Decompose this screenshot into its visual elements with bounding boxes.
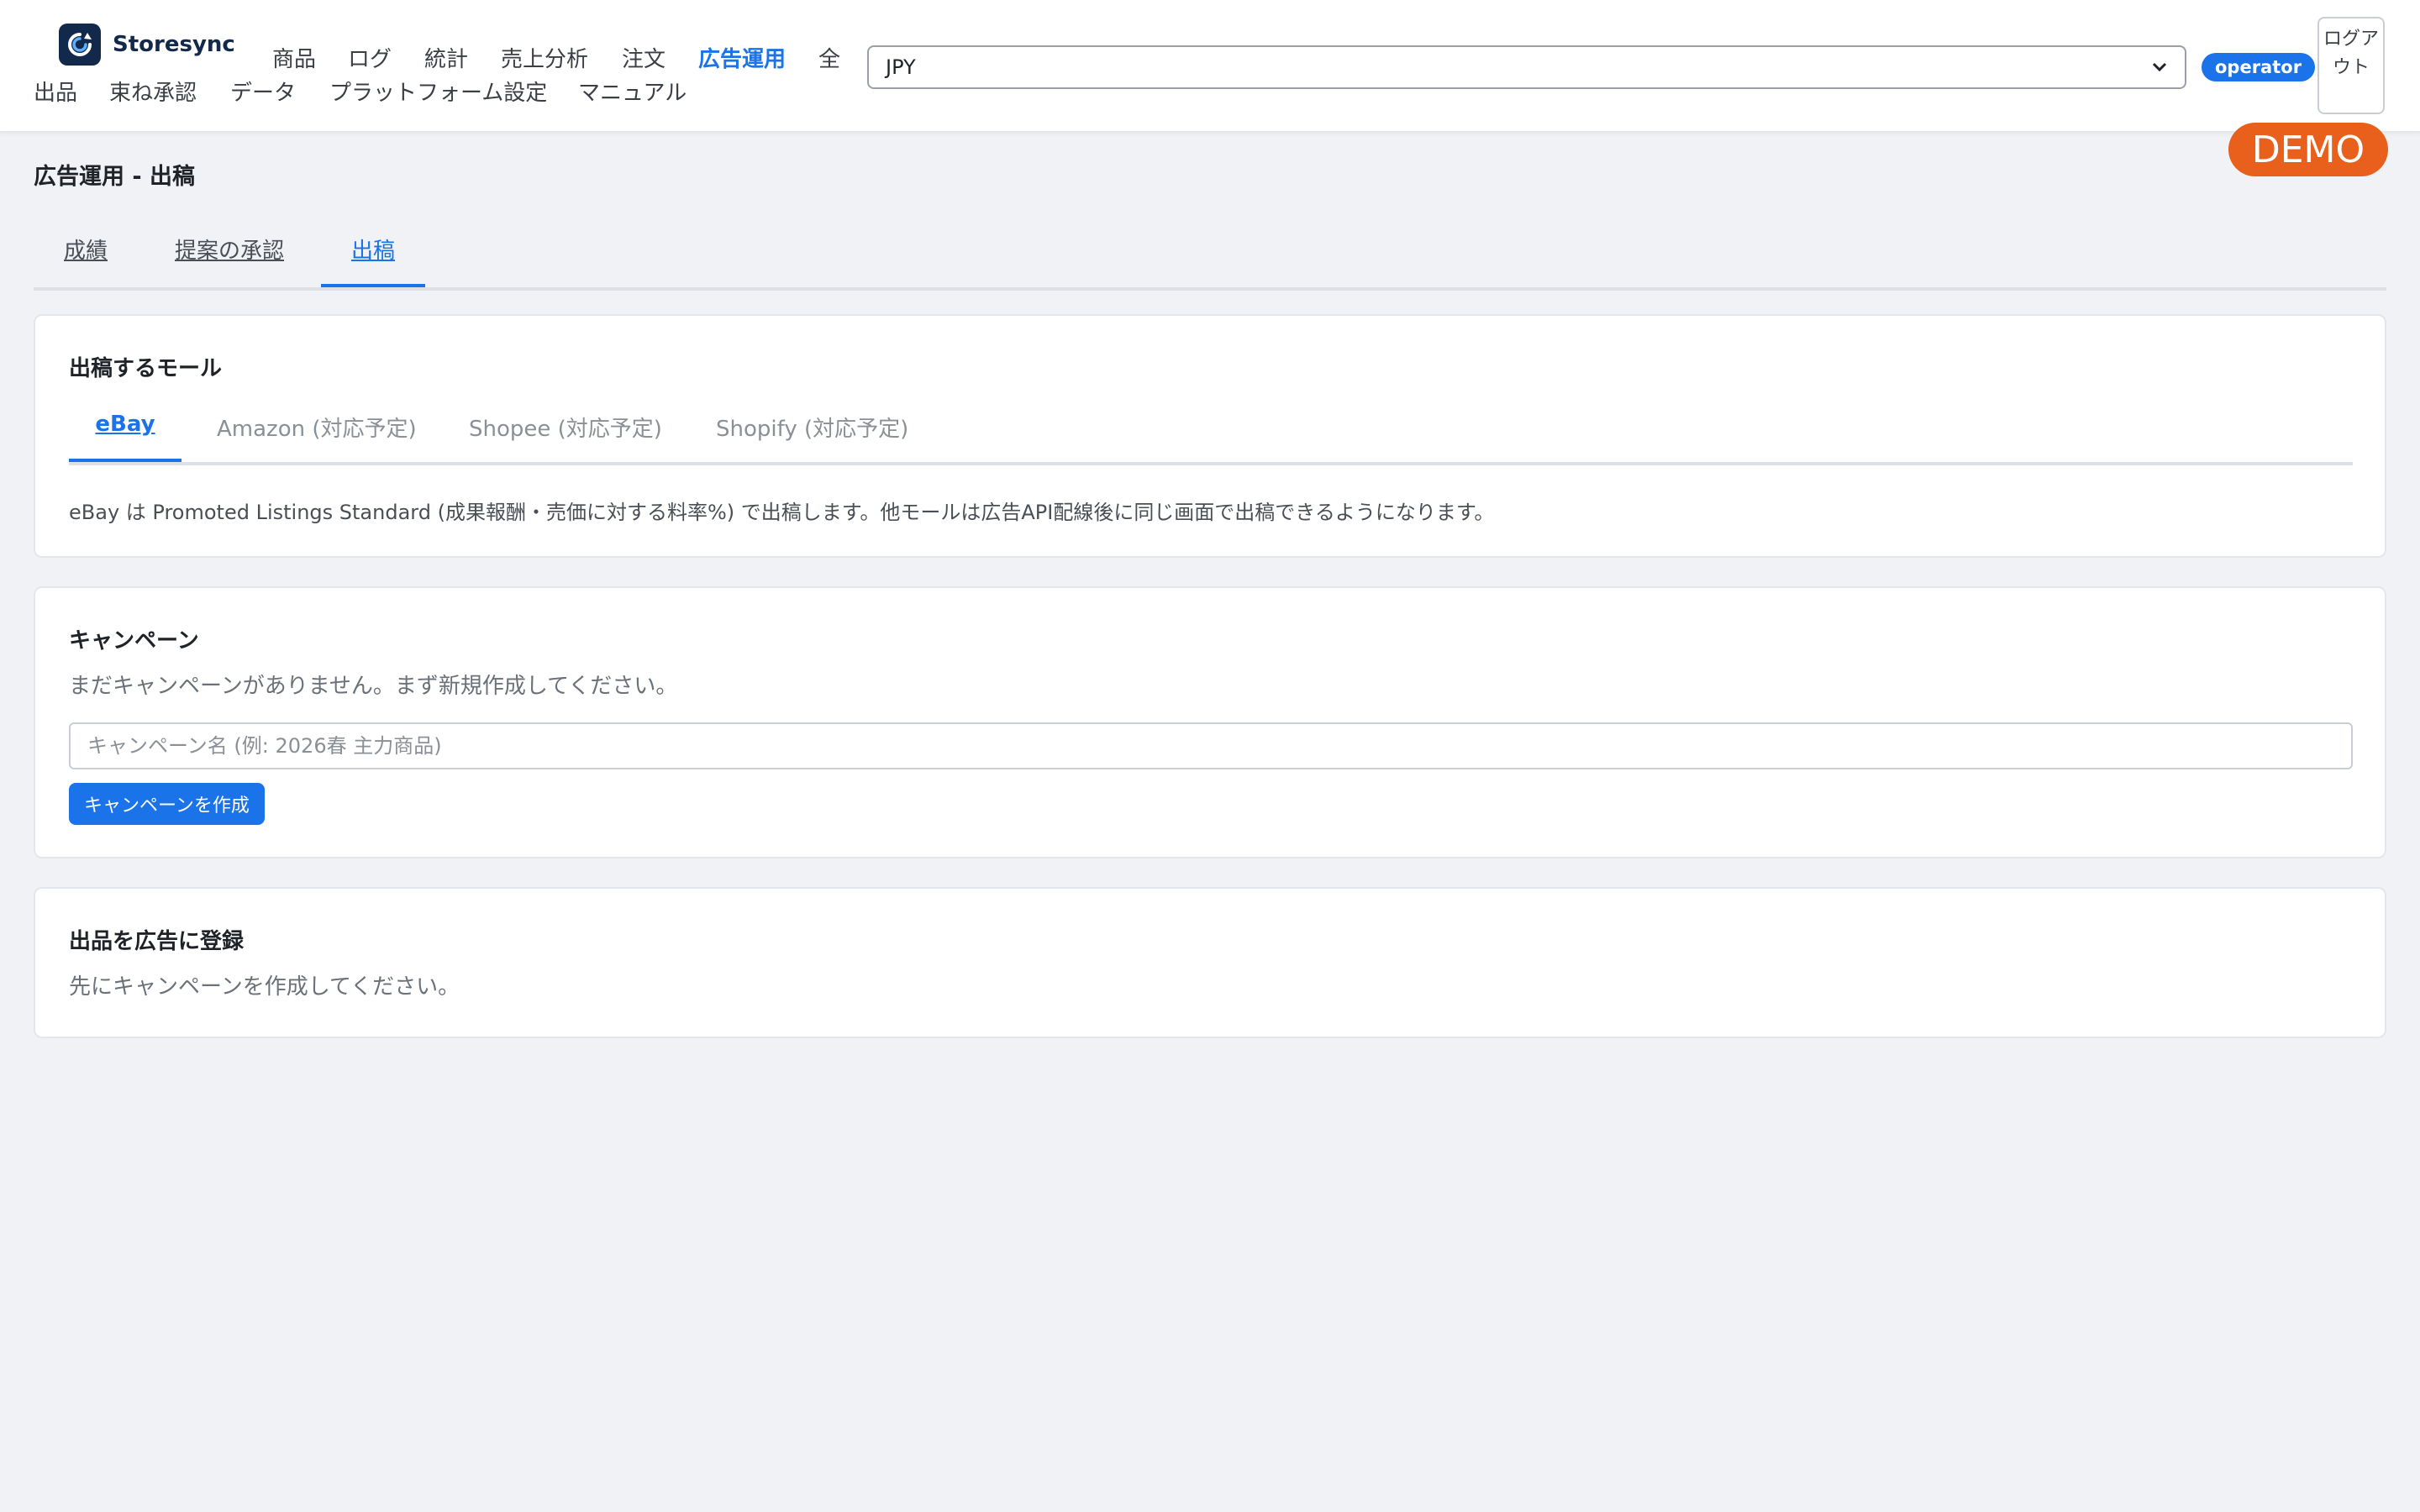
register-card-title: 出品を広告に登録	[69, 929, 245, 954]
nav-platform-settings[interactable]: プラットフォーム設定	[329, 76, 547, 107]
storesync-logo-icon	[59, 24, 101, 66]
tab-placement[interactable]: 出稿	[321, 223, 425, 287]
nav-sales-analysis[interactable]: 売上分析	[501, 42, 588, 73]
brand-logo[interactable]: Storesync	[59, 24, 235, 66]
mall-tabs: eBay Amazon (対応予定) Shopee (対応予定) Shopify…	[69, 403, 2353, 465]
top-header: Storesync 商品 ログ 統計 売上分析 注文 広告運用 全 出品 束ね承…	[0, 0, 2420, 133]
nav-listing[interactable]: 出品	[34, 76, 77, 107]
nav-ads[interactable]: 広告運用	[698, 42, 786, 73]
page-title: 広告運用 - 出稿	[34, 164, 196, 190]
tab-performance[interactable]: 成績	[64, 223, 108, 287]
nav-all[interactable]: 全	[818, 42, 840, 73]
mall-tab-shopee[interactable]: Shopee (対応予定)	[469, 403, 662, 462]
nav-orders[interactable]: 注文	[622, 42, 666, 73]
nav-data[interactable]: データ	[230, 76, 296, 107]
role-badge: operator	[2202, 53, 2316, 81]
register-message: 先にキャンペーンを作成してください。	[69, 974, 460, 1000]
campaign-card: キャンペーン まだキャンペーンがありません。まず新規作成してください。 キャンペ…	[34, 586, 2386, 858]
register-card: 出品を広告に登録 先にキャンペーンを作成してください。	[34, 887, 2386, 1038]
campaign-empty-message: まだキャンペーンがありません。まず新規作成してください。	[69, 674, 678, 699]
tab-proposal-approval[interactable]: 提案の承認	[175, 223, 284, 287]
chevron-down-icon	[2152, 62, 2167, 72]
logout-button[interactable]: ログアウト	[2317, 17, 2385, 114]
mall-tab-ebay[interactable]: eBay	[69, 403, 182, 462]
create-campaign-button[interactable]: キャンペーンを作成	[69, 783, 265, 825]
mall-card: 出稿するモール eBay Amazon (対応予定) Shopee (対応予定)…	[34, 314, 2386, 558]
nav-logs[interactable]: ログ	[348, 42, 392, 73]
currency-value: JPY	[886, 55, 916, 79]
mall-tab-shopify[interactable]: Shopify (対応予定)	[716, 403, 908, 462]
mall-note: eBay は Promoted Listings Standard (成果報酬・…	[69, 501, 1495, 524]
mall-card-title: 出稿するモール	[69, 356, 223, 381]
campaign-card-title: キャンペーン	[69, 628, 199, 654]
nav-bundle-approval[interactable]: 束ね承認	[109, 76, 197, 107]
mall-tab-amazon[interactable]: Amazon (対応予定)	[217, 403, 417, 462]
nav-products[interactable]: 商品	[272, 42, 316, 73]
page-tabs: 成績 提案の承認 出稿	[34, 223, 2386, 291]
nav-stats[interactable]: 統計	[424, 42, 468, 73]
demo-badge: DEMO	[2228, 123, 2388, 176]
nav-manual[interactable]: マニュアル	[578, 76, 687, 107]
campaign-name-input[interactable]	[69, 722, 2353, 769]
currency-select[interactable]: JPY	[867, 45, 2186, 89]
brand-name: Storesync	[113, 32, 235, 57]
